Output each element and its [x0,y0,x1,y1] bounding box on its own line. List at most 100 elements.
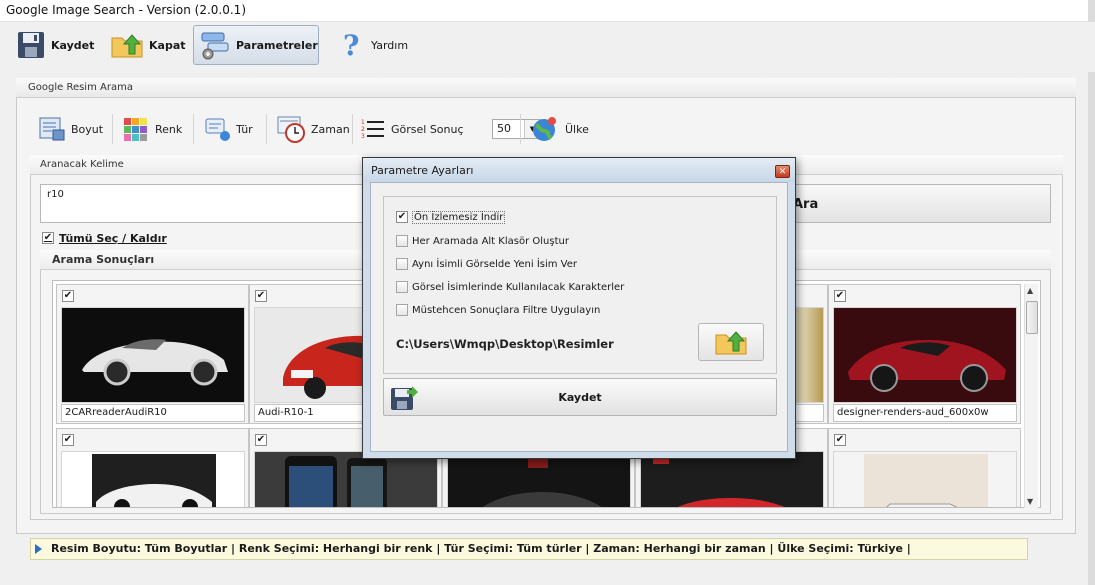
scroll-up-icon[interactable]: ▲ [1027,286,1033,295]
keyword-input[interactable]: r10 [40,184,380,223]
keyword-value: r10 [47,189,64,200]
separator [352,114,353,144]
result-card[interactable]: ✔ designer-renders-aud_600x0w [828,284,1021,424]
status-arrow-icon [35,544,42,554]
color-filter-label: Renk [155,122,183,136]
result-count-label: Görsel Sonuç [391,122,464,136]
option-label: Her Aramada Alt Klasör Oluştur [412,235,569,247]
main-toolbar: Kaydet Kapat Parametreler ? Yardım [0,22,1095,72]
result-thumbnail[interactable] [61,307,245,403]
save-icon [18,32,44,58]
parameters-button[interactable]: Parametreler [193,25,319,65]
option-checkbox[interactable] [396,258,408,270]
option-label: Aynı İsimli Görselde Yeni İsim Ver [412,258,577,270]
result-caption: 2CARreaderAudiR10 [61,404,245,422]
browse-folder-button[interactable] [698,323,764,361]
result-count-value: 50 [497,122,511,135]
type-filter-label: Tür [236,122,253,136]
result-checkbox[interactable]: ✔ [62,434,74,446]
racecar-image [834,452,1016,507]
color-filter-button[interactable]: Renk [122,114,182,144]
option-label: Müstehcen Sonuçlara Filtre Uygulayın [412,304,601,316]
option-rename-duplicates[interactable]: Aynı İsimli Görselde Yeni İsim Ver [396,257,577,271]
time-filter-button[interactable]: Zaman [276,114,350,144]
color-grid-icon [124,118,147,141]
option-checkbox[interactable] [396,281,408,293]
result-card[interactable]: ✔ [56,428,249,507]
status-text: Resim Boyutu: Tüm Boyutlar | Renk Seçimi… [51,542,911,555]
separator [520,114,521,144]
country-filter-label: Ülke [565,122,589,136]
result-thumbnail[interactable] [833,451,1017,507]
option-filename-chars[interactable]: Görsel İsimlerinde Kullanılacak Karakter… [396,280,624,294]
title-bar: Google Image Search - Version (2.0.0.1) [0,0,1095,22]
select-all-checkbox[interactable]: ✔ [42,232,54,244]
car-image [62,452,244,507]
svg-text:3: 3 [361,133,365,140]
result-checkbox[interactable]: ✔ [834,434,846,446]
save-button[interactable]: Kaydet [10,25,101,65]
close-label: Kapat [149,38,186,52]
search-button-label: Ara [793,197,819,212]
result-checkbox[interactable]: ✔ [834,290,846,302]
results-scrollbar[interactable]: ▲ ▼ [1024,284,1038,508]
result-checkbox[interactable]: ✔ [255,290,267,302]
close-button[interactable]: Kapat [104,25,193,65]
svg-text:?: ? [343,30,359,60]
result-thumbnail[interactable] [833,307,1017,403]
size-filter-label: Boyut [71,122,104,136]
option-safe-filter[interactable]: Müstehcen Sonuçlara Filtre Uygulayın [396,303,600,317]
country-filter-button[interactable]: Ülke [530,114,589,144]
car-image [448,452,630,507]
status-bar: Resim Boyutu: Tüm Boyutlar | Renk Seçimi… [30,538,1028,560]
dialog-title: Parametre Ayarları [371,164,474,177]
option-label: Ön İzlemesiz İndir [412,210,506,224]
window-edge [1088,0,1095,585]
dialog-close-button[interactable]: ✕ [775,165,790,178]
result-thumbnail[interactable] [254,451,438,507]
car-image [62,308,244,402]
option-checkbox[interactable] [396,235,408,247]
globe-icon [533,117,556,141]
results-title: Arama Sonuçları [52,253,155,266]
separator [193,114,194,144]
clock-icon [277,116,305,143]
save-label: Kaydet [51,38,95,52]
option-preview-download[interactable]: ✔ Ön İzlemesiz İndir [396,210,506,224]
search-button[interactable]: Ara [780,184,1051,223]
select-all-label: Tümü Seç / Kaldır [59,231,167,245]
option-checkbox[interactable]: ✔ [396,211,408,223]
result-card[interactable]: ✔ [828,428,1021,507]
dialog-save-label: Kaydet [558,391,602,404]
result-checkbox[interactable]: ✔ [255,434,267,446]
separator [266,114,267,144]
separator [112,114,113,144]
dialog-save-button[interactable]: Kaydet [383,378,777,416]
size-filter-button[interactable]: Boyut [38,114,103,144]
window-title: Google Image Search - Version (2.0.0.1) [6,3,246,17]
result-checkbox[interactable]: ✔ [62,290,74,302]
folder-up-icon [111,34,143,58]
scrollbar-thumb[interactable] [1026,301,1038,334]
help-button[interactable]: ? Yardım [332,25,415,65]
folder-up-icon [715,331,747,355]
search-group-header: Google Resim Arama [16,78,1076,98]
size-icon [39,117,65,141]
scroll-down-icon[interactable]: ▼ [1027,497,1033,506]
option-checkbox[interactable] [396,304,408,316]
option-subfolder[interactable]: Her Aramada Alt Klasör Oluştur [396,234,569,248]
result-thumbnail[interactable] [447,451,631,507]
search-group-title: Google Resim Arama [28,82,133,93]
option-label: Görsel İsimlerinde Kullanılacak Karakter… [412,281,625,293]
result-thumbnail[interactable] [61,451,245,507]
type-filter-button[interactable]: Tür [203,114,253,144]
result-thumbnail[interactable] [640,451,824,507]
result-card[interactable]: ✔ 2CARreaderAudiR10 [56,284,249,424]
svg-text:1: 1 [361,119,365,126]
time-filter-label: Zaman [311,122,350,136]
svg-text:2: 2 [361,126,365,133]
select-all-toggle[interactable]: ✔ Tümü Seç / Kaldır [42,230,167,246]
settings-icon [201,32,229,60]
type-icon [205,118,230,141]
filter-bar: Boyut Renk Tür Zaman 123 Görsel Sonuç 50… [30,106,1030,152]
